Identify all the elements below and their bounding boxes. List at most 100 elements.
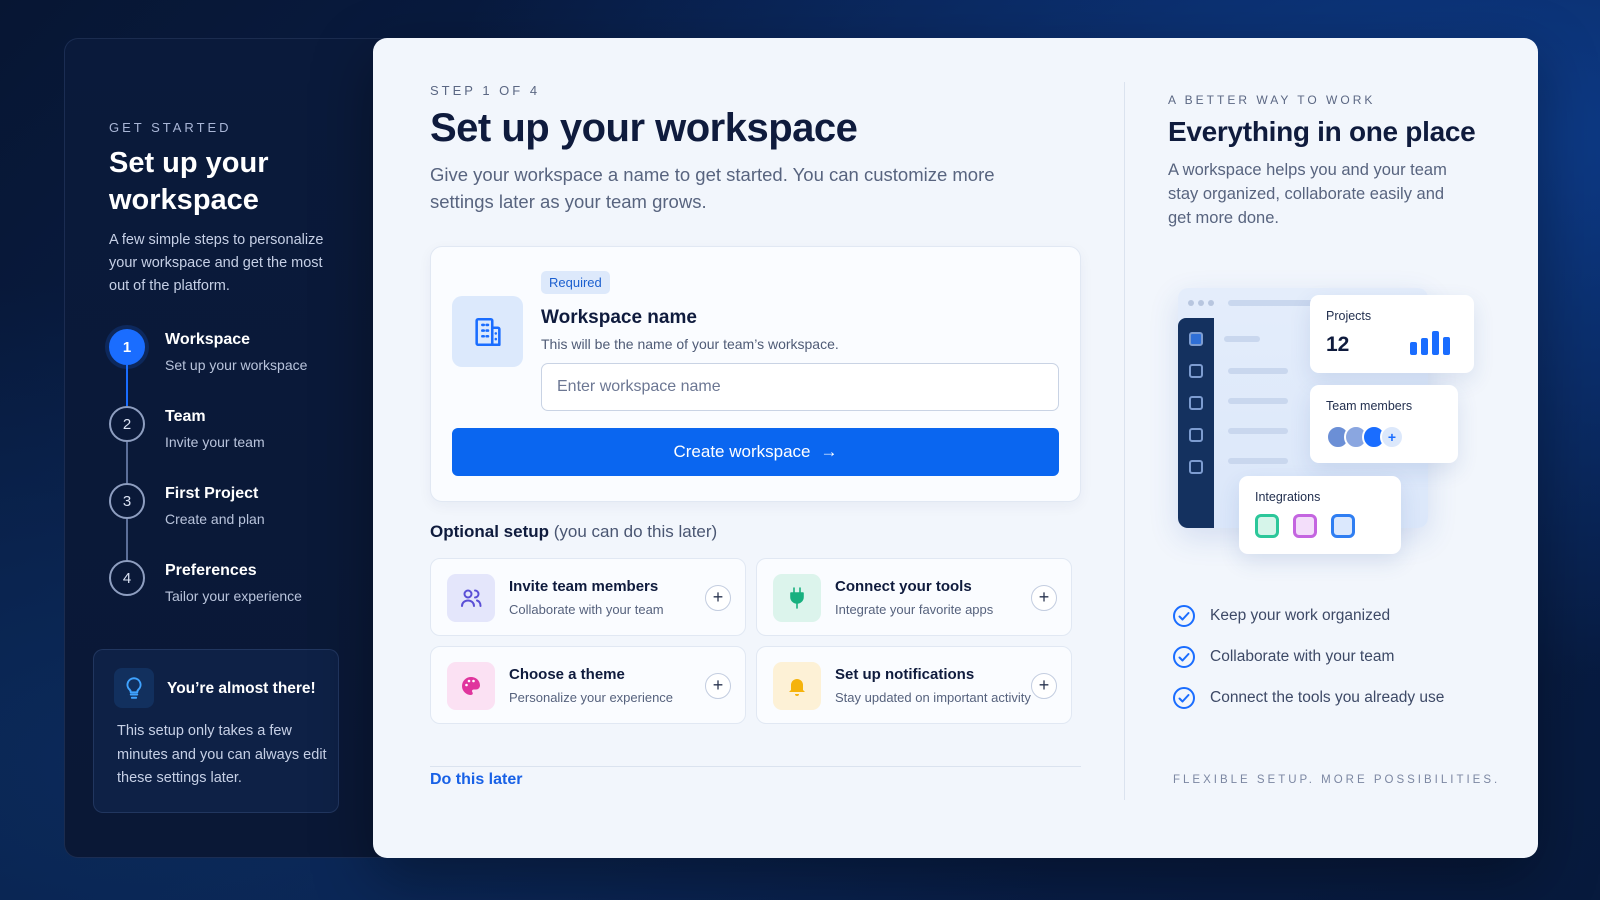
option-subtitle: Collaborate with your team — [509, 602, 664, 617]
building-icon — [452, 296, 523, 367]
workspace-name-help: This will be the name of your team’s wor… — [541, 336, 839, 352]
integration-icon — [1255, 514, 1279, 538]
required-badge: Required — [541, 271, 610, 294]
projects-value: 12 — [1326, 333, 1350, 356]
mock-icon — [1189, 460, 1203, 474]
mock-bar — [1224, 336, 1260, 342]
integrations-card: Integrations — [1239, 476, 1401, 554]
workspace-illustration: Projects 12 Team members + Integrations — [1158, 268, 1508, 568]
step-subtitle: Create and plan — [165, 511, 265, 527]
step-title: Workspace — [165, 331, 251, 348]
optional-setup-title: Optional setup — [430, 522, 549, 541]
integration-icon — [1293, 514, 1317, 538]
check-circle-icon — [1173, 687, 1195, 709]
add-member-icon: + — [1380, 425, 1404, 449]
plug-icon — [773, 574, 821, 622]
tip-title: You’re almost there! — [167, 680, 316, 697]
benefit-text: Keep your work organized — [1210, 607, 1391, 624]
do-this-later-link[interactable]: Do this later — [430, 771, 522, 789]
mock-icon — [1189, 364, 1203, 378]
step-number: 3 — [109, 483, 145, 519]
optional-setup-note: (you can do this later) — [553, 522, 718, 541]
option-subtitle: Personalize your experience — [509, 690, 674, 705]
create-workspace-label: Create workspace — [673, 442, 811, 461]
benefit-text: Collaborate with your team — [1210, 648, 1395, 665]
add-icon[interactable]: + — [1031, 585, 1057, 611]
step-title: First Project — [165, 485, 259, 502]
vertical-divider — [1124, 82, 1125, 800]
step-title: Preferences — [165, 562, 257, 579]
mock-icon — [1189, 428, 1203, 442]
mini-bar — [1432, 331, 1439, 355]
step-preferences[interactable]: 4 Preferences Tailor your experience — [109, 560, 349, 620]
window-dot — [1198, 300, 1204, 306]
setup-sidebar: GET STARTED Set up your workspace A few … — [64, 38, 394, 858]
mock-bar — [1228, 458, 1288, 464]
mini-bar — [1421, 338, 1428, 355]
window-dot — [1188, 300, 1194, 306]
step-connector — [126, 365, 128, 406]
bell-icon — [773, 662, 821, 710]
mock-bar — [1228, 428, 1288, 434]
workspace-name-label: Workspace name — [541, 307, 697, 328]
create-workspace-button[interactable]: Create workspace → — [452, 428, 1059, 476]
step-number: 2 — [109, 406, 145, 442]
option-subtitle: Integrate your favorite apps — [835, 602, 994, 617]
benefit-item: Keep your work organized — [1173, 603, 1493, 633]
step-subtitle: Invite your team — [165, 434, 265, 450]
mock-icon — [1189, 396, 1203, 410]
benefit-text: Connect the tools you already use — [1210, 689, 1445, 706]
main-panel: STEP 1 OF 4 Set up your workspace Give y… — [373, 38, 1538, 858]
team-members-card: Team members + — [1310, 385, 1458, 463]
invite-team-option[interactable]: Invite team members Collaborate with you… — [430, 558, 746, 636]
option-subtitle: Stay updated on important activity — [835, 690, 1031, 705]
step-subtitle: Tailor your experience — [165, 588, 302, 604]
check-circle-icon — [1173, 605, 1195, 627]
optional-setup-heading: Optional setup (you can do this later) — [430, 522, 717, 542]
sidebar-eyebrow: GET STARTED — [109, 120, 232, 135]
projects-card: Projects 12 — [1310, 295, 1474, 373]
step-number: 4 — [109, 560, 145, 596]
page-title: Set up your workspace — [430, 106, 858, 150]
mini-bar — [1443, 337, 1450, 355]
tip-body: This setup only takes a few minutes and … — [117, 723, 327, 786]
arrow-right-icon: → — [820, 442, 838, 461]
tagline: FLEXIBLE SETUP. MORE POSSIBILITIES. — [1173, 774, 1501, 786]
mock-bar — [1228, 368, 1288, 374]
add-icon[interactable]: + — [705, 585, 731, 611]
benefit-item: Connect the tools you already use — [1173, 685, 1493, 715]
option-title: Choose a theme — [509, 666, 625, 683]
integrations-label: Integrations — [1255, 490, 1321, 504]
add-icon[interactable]: + — [1031, 673, 1057, 699]
sidebar-description: A few simple steps to personalize your w… — [109, 232, 324, 294]
lightbulb-icon — [114, 668, 154, 708]
check-circle-icon — [1173, 646, 1195, 668]
mock-icon — [1189, 332, 1203, 346]
divider — [430, 766, 1081, 767]
notifications-option[interactable]: Set up notifications Stay updated on imp… — [756, 646, 1072, 724]
step-number: 1 — [109, 329, 145, 365]
step-team[interactable]: 2 Team Invite your team — [109, 406, 349, 466]
mock-sidebar — [1178, 318, 1214, 528]
workspace-name-input[interactable] — [541, 363, 1059, 411]
step-connector — [126, 442, 128, 483]
integration-icon — [1331, 514, 1355, 538]
connect-tools-option[interactable]: Connect your tools Integrate your favori… — [756, 558, 1072, 636]
workspace-name-card: Required Workspace name This will be the… — [430, 246, 1081, 502]
step-first-project[interactable]: 3 First Project Create and plan — [109, 483, 349, 543]
choose-theme-option[interactable]: Choose a theme Personalize your experien… — [430, 646, 746, 724]
benefit-item: Collaborate with your team — [1173, 644, 1493, 674]
sidebar-title: Set up your workspace — [109, 147, 269, 216]
mock-bar — [1228, 398, 1288, 404]
step-title: Team — [165, 408, 206, 425]
right-eyebrow: A BETTER WAY TO WORK — [1168, 93, 1376, 107]
users-icon — [447, 574, 495, 622]
step-indicator: STEP 1 OF 4 — [430, 83, 541, 98]
step-subtitle: Set up your workspace — [165, 357, 308, 373]
right-title: Everything in one place — [1168, 116, 1476, 147]
step-workspace[interactable]: 1 Workspace Set up your workspace — [109, 329, 349, 389]
add-icon[interactable]: + — [705, 673, 731, 699]
option-title: Invite team members — [509, 578, 659, 595]
right-description: A workspace helps you and your team stay… — [1168, 161, 1447, 227]
option-title: Set up notifications — [835, 666, 975, 683]
